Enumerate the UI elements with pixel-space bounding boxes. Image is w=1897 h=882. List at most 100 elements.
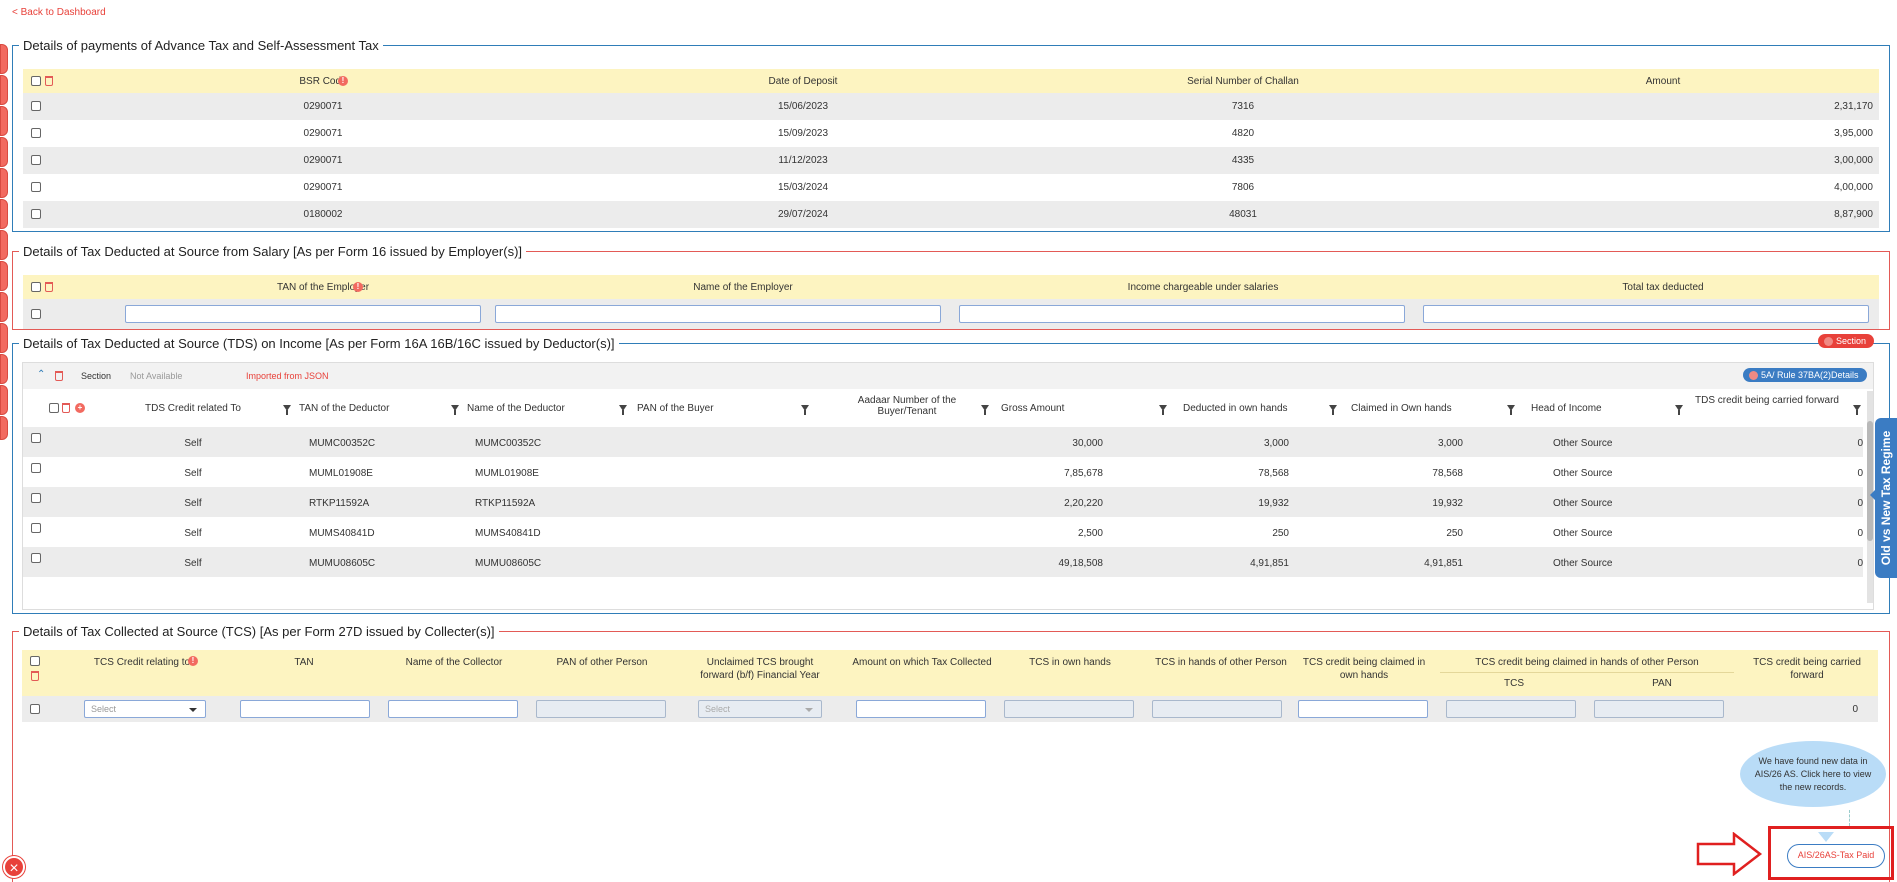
- tan-input[interactable]: [240, 700, 370, 718]
- page: < Back to Dashboard Details of payments …: [0, 0, 1897, 882]
- side-strip-2[interactable]: [0, 75, 8, 105]
- info-icon[interactable]: !: [338, 76, 348, 86]
- bsr-code-cell: 0290071: [303, 128, 343, 139]
- side-strip-7[interactable]: [0, 230, 8, 260]
- tcs-title: Details of Tax Collected at Source (TCS)…: [23, 624, 495, 639]
- row-checkbox[interactable]: [31, 493, 41, 503]
- row-checkbox[interactable]: [31, 182, 41, 192]
- caret-down-icon: [189, 708, 197, 712]
- filter-icon[interactable]: [619, 405, 627, 415]
- filter-icon[interactable]: [1507, 405, 1515, 415]
- carried-forward-cell: 0: [1857, 468, 1863, 479]
- serial-challan-cell: 7806: [1231, 182, 1255, 193]
- side-strip-3[interactable]: [0, 106, 8, 136]
- deducted-own-cell: 19,932: [1258, 498, 1289, 509]
- advance-tax-section: Details of payments of Advance Tax and S…: [12, 38, 1890, 232]
- side-strip-1[interactable]: [0, 44, 8, 74]
- collapse-chevron-icon[interactable]: ⌃: [37, 369, 45, 380]
- scrollbar-thumb[interactable]: [1867, 421, 1873, 541]
- filter-icon[interactable]: [981, 405, 989, 415]
- side-strip-10[interactable]: [0, 323, 8, 353]
- select-all-checkbox[interactable]: [30, 656, 40, 666]
- filter-icon[interactable]: [1159, 405, 1167, 415]
- credit-related-cell: Self: [184, 468, 202, 479]
- credit-related-cell: Self: [184, 438, 202, 449]
- row-checkbox[interactable]: [31, 128, 41, 138]
- tds-income-panel: ⌃ Section Not Available Imported from JS…: [22, 362, 1874, 610]
- side-strip-12[interactable]: [0, 385, 8, 415]
- deducted-own-cell: 78,568: [1258, 468, 1289, 479]
- name-deductor-cell: MUMS40841D: [475, 528, 541, 539]
- side-strip-4[interactable]: [0, 137, 8, 167]
- old-vs-new-regime-tab[interactable]: Old vs New Tax Regime: [1870, 418, 1897, 578]
- row-checkbox[interactable]: [31, 553, 41, 563]
- col-total-tax: Total tax deducted: [1622, 282, 1704, 293]
- close-icon[interactable]: ×: [3, 856, 25, 878]
- table-row: Self MUMC00352C MUMC00352C 30,000 3,000 3,000…: [23, 427, 1863, 457]
- info-icon[interactable]: +: [75, 403, 85, 413]
- filter-icon[interactable]: [283, 405, 291, 415]
- ais-26as-tax-paid-button[interactable]: AIS/26AS-Tax Paid: [1787, 844, 1885, 868]
- side-strip-13[interactable]: [0, 416, 8, 440]
- row-checkbox[interactable]: [31, 523, 41, 533]
- select-all-checkbox[interactable]: [49, 403, 59, 413]
- delete-icon[interactable]: [31, 671, 39, 681]
- tcs-claimed-own-input[interactable]: [1298, 700, 1428, 718]
- table-row: Self MUML01908E MUML01908E 7,85,678 78,568 78…: [23, 457, 1863, 487]
- select-all-checkbox[interactable]: [31, 282, 41, 292]
- rule-37ba-details-button[interactable]: 5A/ Rule 37BA(2)Details: [1743, 368, 1867, 382]
- tcs-col-header: TCS credit being claimed in own hands: [1302, 657, 1426, 681]
- tcs-credit-select[interactable]: Select: [84, 700, 206, 718]
- select-placeholder: Select: [91, 704, 117, 714]
- filter-icon[interactable]: [1329, 405, 1337, 415]
- ais-new-data-bubble[interactable]: We have found new data in AIS/26 AS. Cli…: [1740, 741, 1886, 807]
- row-checkbox[interactable]: [31, 309, 41, 319]
- filter-icon[interactable]: [801, 405, 809, 415]
- serial-challan-cell: 48031: [1229, 209, 1257, 220]
- add-section-button[interactable]: Section: [1818, 334, 1875, 348]
- filter-icon[interactable]: [451, 405, 459, 415]
- info-icon[interactable]: !: [353, 282, 363, 292]
- tcs-col-header: TCS credit being claimed in hands of oth…: [1475, 657, 1699, 668]
- tcs-carried-forward-value: 0: [1852, 704, 1858, 715]
- name-collector-input[interactable]: [388, 700, 518, 718]
- tcs-col-header: Amount on which Tax Collected: [852, 657, 992, 668]
- table-row: 0290071 15/06/2023 7316 2,31,170: [23, 93, 1879, 120]
- select-all-checkbox[interactable]: [31, 76, 41, 86]
- name-deductor-cell: MUML01908E: [475, 468, 539, 479]
- table-row: 0290071 15/03/2024 7806 4,00,000: [23, 174, 1879, 201]
- side-strip-6[interactable]: [0, 199, 8, 229]
- delete-icon[interactable]: [62, 403, 70, 413]
- delete-icon[interactable]: [55, 371, 63, 381]
- back-to-dashboard-link[interactable]: < Back to Dashboard: [12, 7, 106, 18]
- row-checkbox[interactable]: [31, 101, 41, 111]
- row-checkbox[interactable]: [31, 433, 41, 443]
- row-checkbox[interactable]: [30, 704, 40, 714]
- side-strip-9[interactable]: [0, 292, 8, 322]
- advance-tax-table: BSR Code ! Date of Deposit Serial Number…: [23, 69, 1879, 229]
- col-date-of-deposit: Date of Deposit: [768, 76, 838, 87]
- income-salaries-input[interactable]: [959, 305, 1405, 323]
- row-checkbox[interactable]: [31, 463, 41, 473]
- bubble-connector: [1849, 810, 1850, 826]
- amount-tax-collected-input[interactable]: [856, 700, 986, 718]
- name-employer-input[interactable]: [495, 305, 941, 323]
- tcs-header: TCS Credit relating to TAN Name of the Col…: [22, 650, 1878, 696]
- tds-salary-title: Details of Tax Deducted at Source from S…: [23, 244, 523, 259]
- filter-icon[interactable]: [1853, 405, 1861, 415]
- row-checkbox[interactable]: [31, 155, 41, 165]
- side-strip-11[interactable]: [0, 354, 8, 384]
- col-tcs-sub: TCS: [1504, 678, 1524, 689]
- tan-employer-input[interactable]: [125, 305, 481, 323]
- side-strip-8[interactable]: [0, 261, 8, 291]
- carried-forward-cell: 0: [1857, 438, 1863, 449]
- total-tax-input[interactable]: [1423, 305, 1869, 323]
- info-icon[interactable]: !: [188, 656, 198, 666]
- gross-amount-cell: 49,18,508: [1058, 558, 1104, 569]
- row-checkbox[interactable]: [31, 209, 41, 219]
- filter-icon[interactable]: [1675, 405, 1683, 415]
- side-strip-5[interactable]: [0, 168, 8, 198]
- delete-icon[interactable]: [45, 76, 53, 86]
- table-row: 0290071 11/12/2023 4335 3,00,000: [23, 147, 1879, 174]
- delete-icon[interactable]: [45, 282, 53, 292]
